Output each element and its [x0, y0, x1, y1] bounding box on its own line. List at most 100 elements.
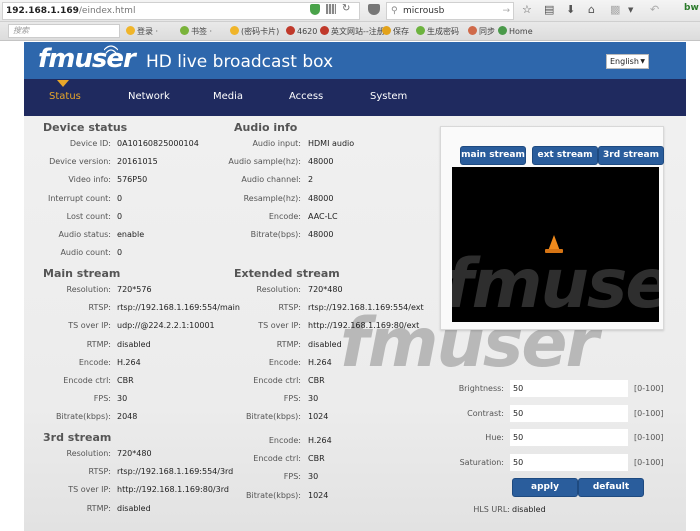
- fmuser-logo: fmuser: [38, 44, 136, 74]
- url-path: /eindex.html: [78, 6, 136, 16]
- bookmark-star-icon[interactable]: ☆: [522, 3, 532, 16]
- third-stream-button[interactable]: 3rd stream: [598, 146, 664, 165]
- main-stream-value: disabled: [117, 339, 151, 349]
- video-watermark: fmuser: [452, 245, 659, 322]
- audio-info-label: Audio channel:: [241, 175, 301, 185]
- bookmark-item[interactable]: 4620: [286, 26, 317, 36]
- adjustment-label: Contrast:: [467, 408, 504, 418]
- nav-tab-status[interactable]: Status: [49, 91, 81, 102]
- go-arrow-icon[interactable]: →: [502, 3, 510, 19]
- bookmark-favicon-icon: [286, 26, 295, 35]
- language-value: English: [610, 57, 639, 66]
- third-stream-label: Bitrate(kbps):: [246, 490, 301, 500]
- page: fmuser HD live broadcast box English ▼ S…: [0, 42, 700, 531]
- extension-icon[interactable]: ▩: [610, 3, 620, 16]
- bookmark-item[interactable]: 生成密码: [416, 26, 459, 37]
- qr-code-icon[interactable]: [326, 4, 336, 14]
- audio-info-value: HDMI audio: [308, 139, 355, 148]
- bookmark-favicon-icon: [468, 26, 477, 35]
- third-stream-value: 1024: [308, 490, 329, 500]
- audio-info-value: 48000: [308, 230, 334, 239]
- extended-stream-label: RTMP:: [276, 339, 301, 349]
- search-icon: ⚲: [391, 6, 398, 16]
- main-stream-value: H.264: [117, 357, 141, 367]
- bookmark-favicon-icon: [230, 26, 239, 35]
- adjustment-input[interactable]: [510, 380, 628, 397]
- pocket-icon[interactable]: [368, 4, 380, 15]
- bookmark-item[interactable]: 同步: [468, 26, 495, 37]
- adjustment-range: [0-100]: [634, 384, 664, 393]
- device-status-label: Lost count:: [66, 211, 111, 221]
- language-select[interactable]: English ▼: [606, 54, 649, 69]
- browser-search-value: microusb: [403, 6, 445, 16]
- reload-icon[interactable]: ↻: [342, 3, 350, 14]
- nav-tab-network[interactable]: Network: [128, 91, 170, 102]
- bookmark-item[interactable]: 英文网站--注册: [320, 26, 385, 37]
- downloads-icon[interactable]: ⬇: [566, 3, 575, 16]
- device-status-value: enable: [117, 230, 145, 239]
- audio-info-label: Resample(hz):: [243, 193, 301, 203]
- ext-stream-button[interactable]: ext stream: [532, 146, 598, 165]
- main-stream-label: Bitrate(kbps):: [56, 412, 111, 422]
- extended-stream-label: Encode:: [268, 357, 301, 367]
- browser-search-input[interactable]: ⚲ microusb →: [386, 2, 514, 20]
- bookmark-favicon-icon: [180, 26, 189, 35]
- undo-icon[interactable]: ↶: [650, 3, 659, 16]
- video-preview[interactable]: fmuser: [452, 167, 659, 322]
- device-status-label: Interrupt count:: [47, 193, 111, 203]
- bookmark-item[interactable]: 书签 ·: [180, 26, 212, 37]
- extended-stream-value: CBR: [308, 376, 325, 385]
- app-title: HD live broadcast box: [146, 52, 334, 72]
- third-stream-label: RTMP:: [86, 503, 111, 513]
- third-stream-label: Encode:: [268, 436, 301, 445]
- device-status-value: 576P50: [117, 175, 148, 185]
- bookmark-favicon-icon: [498, 26, 507, 35]
- main-stream-label: RTMP:: [86, 339, 111, 349]
- signal-waves-icon: [104, 45, 118, 54]
- audio-info-label: Encode:: [268, 211, 301, 221]
- main-stream-label: FPS:: [93, 394, 111, 404]
- dropdown-icon[interactable]: ▼: [628, 6, 633, 14]
- home-icon[interactable]: ⌂: [588, 3, 595, 16]
- bookmark-item[interactable]: 登录 ·: [126, 26, 158, 37]
- nav-tab-media[interactable]: Media: [213, 91, 243, 102]
- bookmark-favicon-icon: [126, 26, 135, 35]
- default-button[interactable]: default: [578, 478, 644, 497]
- extended-stream-label: TS over IP:: [258, 321, 301, 331]
- audio-info-title: Audio info: [234, 121, 298, 134]
- bookmark-item[interactable]: 保存: [382, 26, 409, 37]
- bookmark-item[interactable]: Home: [498, 26, 533, 36]
- adjustment-input[interactable]: [510, 404, 628, 422]
- shield-icon[interactable]: [310, 4, 320, 15]
- bookmark-item[interactable]: (密码卡片): [230, 26, 279, 37]
- account-icon[interactable]: bw: [684, 3, 699, 13]
- third-stream-value: 720*480: [117, 449, 152, 458]
- main-stream-label: TS over IP:: [68, 321, 111, 331]
- apply-button[interactable]: apply: [512, 478, 578, 497]
- bookmark-search-input[interactable]: 搜索: [8, 24, 120, 38]
- bookmark-label: Home: [509, 27, 533, 36]
- main-stream-label: Resolution:: [66, 285, 112, 294]
- vlc-cone-base: [545, 249, 563, 253]
- adjustment-row: Brightness: [0-100]: [454, 380, 664, 398]
- address-bar[interactable]: 192.168.1.169/eindex.html: [2, 2, 360, 20]
- adjustment-range: [0-100]: [634, 457, 664, 467]
- device-status-value: 20161015: [117, 157, 158, 167]
- adjustment-range: [0-100]: [634, 408, 664, 418]
- reading-list-icon[interactable]: ▤: [544, 3, 554, 16]
- third-stream-label: FPS:: [283, 472, 301, 482]
- status-content: fmuser Device status Device ID: 0A1016082…: [24, 116, 686, 531]
- audio-info-label: Audio sample(hz):: [228, 157, 301, 167]
- extended-stream-value: 30: [308, 394, 319, 404]
- third-stream-label: Resolution:: [66, 449, 112, 458]
- device-status-value: 0: [117, 211, 123, 221]
- nav-tab-system[interactable]: System: [370, 91, 407, 102]
- audio-info-label: Bitrate(bps):: [250, 230, 301, 239]
- adjustment-input[interactable]: [510, 429, 628, 446]
- extended-stream-label: Encode ctrl:: [253, 376, 301, 385]
- third-stream-value: CBR: [308, 454, 325, 464]
- main-stream-button[interactable]: main stream: [460, 146, 526, 165]
- nav-tab-access[interactable]: Access: [289, 91, 323, 102]
- adjustment-input[interactable]: [510, 453, 628, 471]
- third-stream-value: 30: [308, 472, 319, 482]
